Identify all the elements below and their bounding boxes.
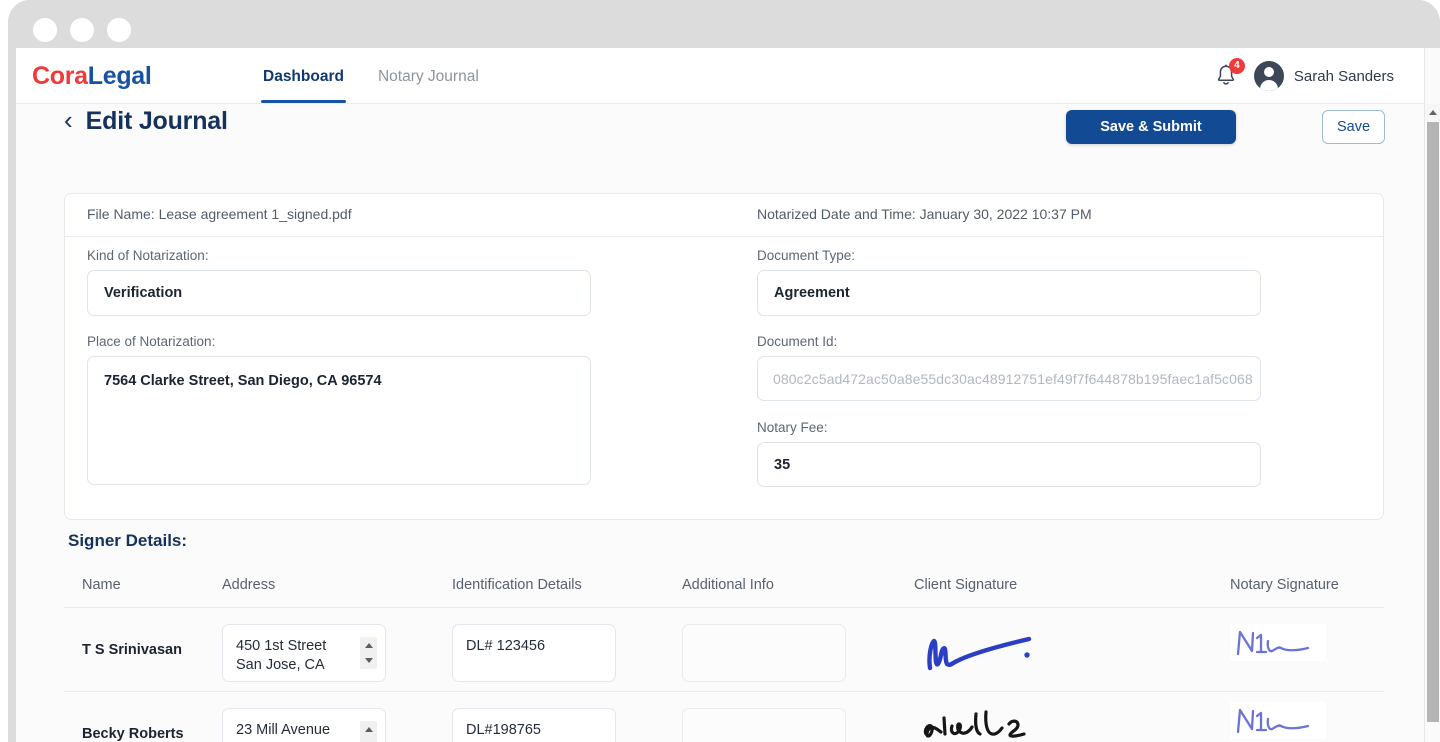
- chevron-left-icon[interactable]: ‹: [64, 107, 73, 133]
- page-title: Edit Journal: [85, 107, 228, 135]
- notifications-button[interactable]: 4: [1214, 58, 1245, 89]
- signer-address-input[interactable]: 23 Mill Avenue San Francisco: [222, 708, 386, 742]
- avatar: [1253, 61, 1284, 91]
- kind-of-notarization-input[interactable]: Verification: [87, 270, 591, 316]
- vertical-scrollbar[interactable]: [1424, 48, 1440, 742]
- nav-item-notary-journal[interactable]: Notary Journal: [376, 50, 481, 103]
- document-id-label: Document Id:: [757, 334, 838, 349]
- column-header-notary-signature: Notary Signature: [1230, 577, 1339, 593]
- column-header-address: Address: [222, 577, 276, 593]
- close-dot[interactable]: [33, 18, 57, 42]
- browser-window: CoraLegal Dashboard Notary Journal 4 Sar…: [8, 0, 1440, 742]
- user-menu[interactable]: Sarah Sanders: [1253, 61, 1394, 91]
- document-type-input[interactable]: Agreement: [757, 270, 1261, 316]
- signer-details-heading: Signer Details:: [68, 531, 188, 550]
- maximize-dot[interactable]: [107, 18, 131, 42]
- table-row: T S Srinivasan 450 1st Street San Jose, …: [64, 608, 1384, 692]
- logo-text-cora: Cora: [32, 62, 88, 90]
- stepper-up-icon[interactable]: [360, 637, 377, 653]
- column-header-additional-info: Additional Info: [682, 577, 774, 593]
- page-content: ‹ Edit Journal Save & Submit Save File N…: [16, 104, 1424, 742]
- stepper-down-icon[interactable]: [360, 653, 377, 669]
- table-row: Becky Roberts 23 Mill Avenue San Francis…: [64, 692, 1384, 742]
- column-header-identification: Identification Details: [452, 577, 582, 593]
- signer-address-text: 23 Mill Avenue San Francisco: [236, 722, 331, 742]
- place-of-notarization-label: Place of Notarization:: [87, 334, 216, 349]
- file-name-label: File Name: Lease agreement 1_signed.pdf: [87, 206, 352, 222]
- stepper-down-icon[interactable]: [360, 737, 377, 742]
- signer-identification-text: DL# 123456: [466, 638, 546, 654]
- journal-details-card: File Name: Lease agreement 1_signed.pdf …: [64, 193, 1384, 520]
- logo-text-legal: Legal: [87, 62, 152, 90]
- notary-signature[interactable]: [1230, 624, 1326, 661]
- column-header-client-signature: Client Signature: [914, 577, 1018, 593]
- signer-name: T S Srinivasan: [82, 641, 182, 658]
- signer-additional-info-input[interactable]: [682, 624, 846, 682]
- user-name-label: Sarah Sanders: [1293, 67, 1394, 85]
- client-signature[interactable]: [914, 700, 1094, 742]
- signer-identification-text: DL#198765: [466, 722, 541, 738]
- minimize-dot[interactable]: [70, 18, 94, 42]
- app-viewport: CoraLegal Dashboard Notary Journal 4 Sar…: [16, 48, 1440, 742]
- signer-name: Becky Roberts: [82, 725, 184, 742]
- scrollbar-thumb[interactable]: [1427, 122, 1439, 722]
- signer-additional-info-input[interactable]: [682, 708, 846, 742]
- signer-details-table: Name Address Identification Details Addi…: [64, 566, 1384, 742]
- save-and-submit-button[interactable]: Save & Submit: [1066, 110, 1236, 144]
- nav-item-dashboard[interactable]: Dashboard: [261, 50, 346, 103]
- save-button[interactable]: Save: [1322, 110, 1385, 144]
- table-header-row: Name Address Identification Details Addi…: [64, 566, 1384, 608]
- scroll-up-arrow-icon[interactable]: [1425, 104, 1440, 121]
- nav-items: Dashboard Notary Journal: [261, 48, 481, 104]
- top-navigation-bar: CoraLegal Dashboard Notary Journal 4 Sar…: [16, 48, 1440, 104]
- window-titlebar: [8, 0, 1440, 48]
- page-header: ‹ Edit Journal Save & Submit Save: [16, 104, 1424, 160]
- signer-identification-input[interactable]: DL#198765: [452, 708, 616, 742]
- signer-address-text: 450 1st Street San Jose, CA: [236, 638, 327, 674]
- notarized-date-label: Notarized Date and Time: January 30, 202…: [757, 206, 1092, 222]
- breadcrumb: ‹ Edit Journal: [64, 107, 228, 136]
- stepper-up-icon[interactable]: [360, 721, 377, 737]
- signer-identification-input[interactable]: DL# 123456: [452, 624, 616, 682]
- client-signature-icon: [927, 636, 1032, 671]
- nav-right-group: 4 Sarah Sanders: [1214, 48, 1394, 104]
- client-signature[interactable]: [914, 620, 1094, 680]
- document-type-label: Document Type:: [757, 248, 856, 263]
- signer-address-input[interactable]: 450 1st Street San Jose, CA: [222, 624, 386, 682]
- app-logo[interactable]: CoraLegal: [32, 62, 152, 91]
- kind-of-notarization-label: Kind of Notarization:: [87, 248, 209, 263]
- notary-signature-icon: [1236, 630, 1310, 656]
- place-of-notarization-input[interactable]: 7564 Clarke Street, San Diego, CA 96574: [87, 356, 591, 485]
- card-meta-row: File Name: Lease agreement 1_signed.pdf …: [65, 194, 1383, 237]
- document-id-input[interactable]: 080c2c5ad472ac50a8e55dc30ac48912751ef49f…: [757, 356, 1261, 401]
- notary-signature-icon: [1236, 708, 1310, 734]
- notary-signature[interactable]: [1230, 702, 1326, 739]
- address-stepper[interactable]: [360, 721, 377, 742]
- address-stepper[interactable]: [360, 637, 377, 669]
- column-header-name: Name: [82, 577, 121, 593]
- notary-fee-label: Notary Fee:: [757, 420, 828, 435]
- notary-fee-input[interactable]: 35: [757, 442, 1261, 487]
- client-signature-icon: [923, 710, 1026, 738]
- notification-badge: 4: [1228, 58, 1245, 74]
